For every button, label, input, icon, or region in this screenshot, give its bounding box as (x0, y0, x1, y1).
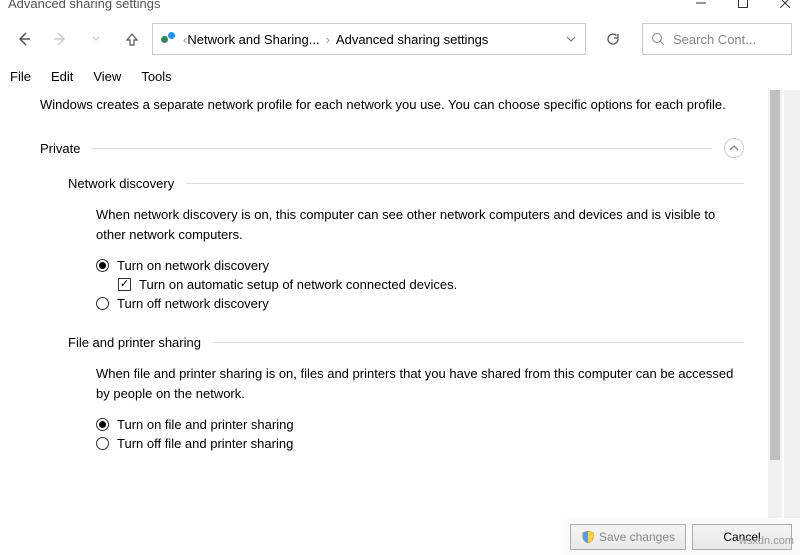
subsection-network-discovery: Network discovery (68, 176, 174, 191)
file-printer-desc: When file and printer sharing is on, fil… (96, 364, 744, 403)
menu-view[interactable]: View (93, 69, 121, 84)
checkbox-auto-setup[interactable] (118, 278, 131, 291)
menu-tools[interactable]: Tools (141, 69, 171, 84)
divider (92, 148, 712, 149)
menu-edit[interactable]: Edit (51, 69, 73, 84)
search-icon (651, 32, 665, 46)
radio-label: Turn off network discovery (117, 296, 269, 311)
content-scrollbar[interactable] (768, 90, 782, 518)
window-scrollbar[interactable] (784, 90, 800, 518)
radio-fileprinter-off[interactable] (96, 437, 109, 450)
network-icon (159, 32, 177, 46)
recent-dropdown[interactable] (80, 23, 112, 55)
radio-network-off[interactable] (96, 297, 109, 310)
radio-label: Turn on file and printer sharing (117, 417, 294, 432)
collapse-button[interactable] (724, 138, 744, 158)
forward-button[interactable] (44, 23, 76, 55)
window-title: Advanced sharing settings (8, 0, 160, 11)
search-input[interactable]: Search Cont... (642, 23, 792, 55)
divider (186, 183, 744, 184)
radio-network-on[interactable] (96, 259, 109, 272)
up-button[interactable] (116, 23, 148, 55)
radio-fileprinter-on[interactable] (96, 418, 109, 431)
network-discovery-desc: When network discovery is on, this compu… (96, 205, 744, 244)
minimize-button[interactable] (694, 0, 708, 10)
section-private: Private (40, 141, 80, 156)
menu-file[interactable]: File (10, 69, 31, 84)
shield-icon (581, 530, 595, 544)
address-dropdown[interactable] (557, 34, 585, 44)
breadcrumb-item[interactable]: Network and Sharing... (187, 32, 319, 47)
save-changes-button[interactable]: Save changes (570, 524, 686, 550)
breadcrumb-item[interactable]: Advanced sharing settings (336, 32, 488, 47)
radio-label: Turn on network discovery (117, 258, 269, 273)
subsection-file-printer: File and printer sharing (68, 335, 201, 350)
refresh-button[interactable] (594, 23, 632, 55)
checkbox-label: Turn on automatic setup of network conne… (139, 277, 457, 292)
back-button[interactable] (8, 23, 40, 55)
chevron-icon: › (326, 32, 330, 47)
radio-label: Turn off file and printer sharing (117, 436, 293, 451)
divider (213, 342, 744, 343)
close-button[interactable] (778, 0, 792, 10)
search-placeholder: Search Cont... (673, 32, 756, 47)
save-label: Save changes (599, 530, 675, 544)
watermark: wsxdn.com (739, 535, 794, 547)
maximize-button[interactable] (736, 0, 750, 10)
intro-text: Windows creates a separate network profi… (40, 96, 744, 114)
address-bar[interactable]: ‹ Network and Sharing... › Advanced shar… (152, 23, 586, 55)
scrollbar-thumb[interactable] (770, 90, 780, 460)
